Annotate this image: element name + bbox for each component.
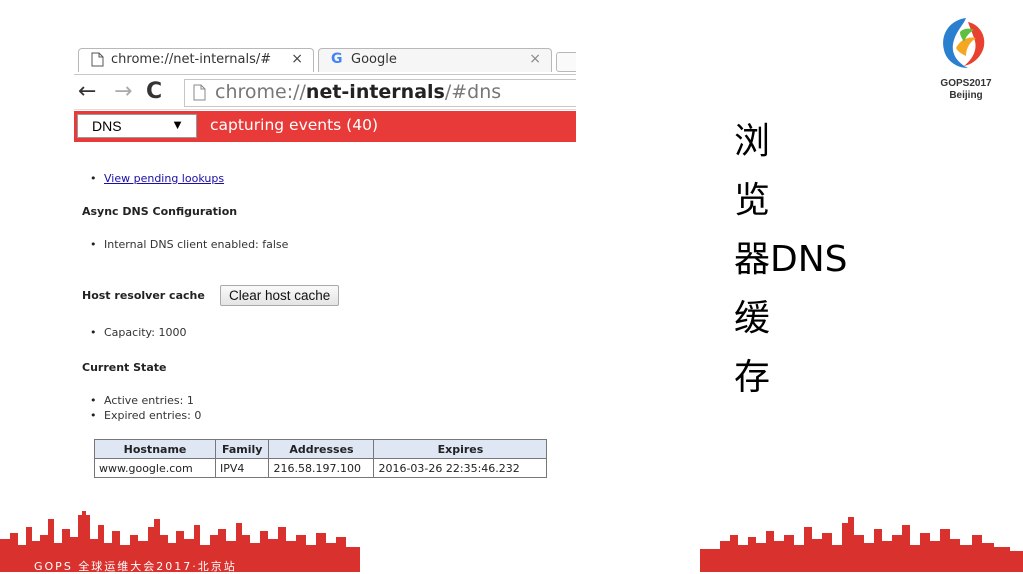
gops-emblem-icon [943, 18, 985, 68]
close-icon[interactable]: × [291, 51, 303, 67]
section-select[interactable]: DNS ▼ [77, 114, 197, 138]
page-icon [193, 84, 206, 101]
new-tab-button[interactable] [556, 52, 576, 72]
slide-title-line: 缓 [734, 298, 771, 339]
column-header-expires: Expires [373, 439, 548, 459]
google-icon: G [331, 51, 343, 67]
tab-google[interactable]: G Google × [318, 48, 552, 72]
tab-title: Google [351, 52, 397, 67]
slide-title: 浏 览 器DNS 缓 存 [734, 112, 848, 407]
back-arrow-icon[interactable]: ← [78, 79, 96, 104]
browser-toolbar: ← → C chrome://net-internals/#dns [74, 74, 576, 110]
table-header-row: Hostname Family Addresses Expires [94, 439, 548, 459]
dns-cache-table: Hostname Family Addresses Expires www.go… [94, 439, 548, 478]
column-header-addresses: Addresses [268, 439, 375, 459]
slide-title-line: 览 [734, 180, 771, 221]
address-bar[interactable]: chrome://net-internals/#dns [184, 79, 576, 107]
dropdown-arrow-icon: ▼ [171, 117, 184, 132]
slide-title-line: 存 [734, 357, 771, 398]
tab-title: chrome://net-internals/# [111, 52, 272, 67]
expired-entries-item: Expired entries: 0 [90, 409, 201, 422]
browser-screenshot: chrome://net-internals/# × G Google × ← … [74, 42, 576, 492]
tab-net-internals[interactable]: chrome://net-internals/# × [78, 48, 314, 72]
slide-title-line: 浏 [734, 121, 771, 162]
column-header-family: Family [214, 439, 270, 459]
current-state-heading: Current State [82, 361, 167, 374]
async-dns-heading: Async DNS Configuration [82, 205, 238, 218]
slide-title-line: 器DNS [734, 239, 848, 280]
capacity-item: Capacity: 1000 [90, 326, 187, 339]
url-text: chrome://net-internals/#dns [215, 81, 502, 103]
host-resolver-cache-heading: Host resolver cache [82, 289, 205, 302]
cell-hostname: www.google.com [94, 458, 216, 478]
cell-expires: 2016-03-26 22:35:46.232 [373, 458, 548, 478]
page-icon [91, 52, 104, 67]
table-row: www.google.com IPV4 216.58.197.100 2016-… [94, 458, 548, 478]
list-item: View pending lookups [90, 172, 224, 185]
section-select-value: DNS [92, 118, 122, 134]
internal-dns-item: Internal DNS client enabled: false [90, 238, 288, 251]
reload-icon[interactable]: C [146, 79, 162, 104]
tab-strip: chrome://net-internals/# × G Google × [74, 42, 576, 74]
clear-host-cache-button[interactable]: Clear host cache [220, 285, 340, 306]
gops-logo: GOPS2017 Beijing [926, 12, 1006, 112]
net-internals-status-bar: DNS ▼ capturing events (40) [74, 111, 576, 142]
active-entries-item: Active entries: 1 [90, 394, 194, 407]
capture-status: capturing events (40) [210, 116, 378, 134]
cell-family: IPV4 [214, 458, 270, 478]
view-pending-lookups-link[interactable]: View pending lookups [104, 172, 224, 185]
column-header-hostname: Hostname [94, 439, 216, 459]
forward-arrow-icon[interactable]: → [114, 79, 132, 104]
cell-addresses: 216.58.197.100 [268, 458, 375, 478]
close-icon[interactable]: × [529, 51, 541, 67]
logo-text: GOPS2017 Beijing [940, 78, 992, 101]
